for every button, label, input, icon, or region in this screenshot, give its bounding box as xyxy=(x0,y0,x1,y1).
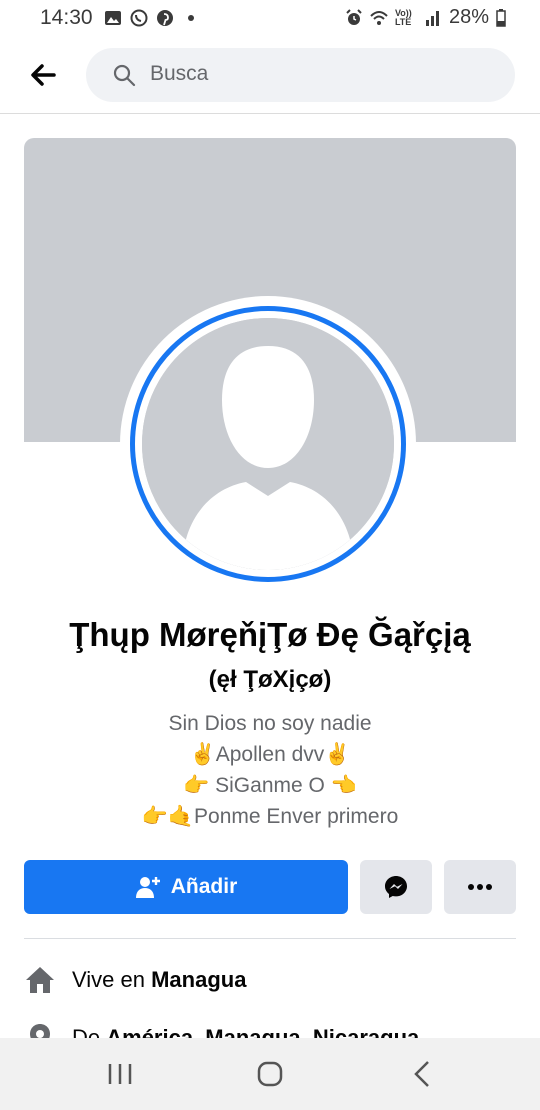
bio-line: Sin Dios no soy nadie xyxy=(168,712,372,735)
profile-picture[interactable] xyxy=(120,296,416,592)
profile-bio: Sin Dios no soy nadie ✌️Apollen dvv✌️ 👉 … xyxy=(0,708,540,832)
info-row-lives-in: Vive en Managua xyxy=(24,964,246,996)
bio-line: ✌️Apollen dvv✌️ xyxy=(189,743,351,766)
search-placeholder: Busca xyxy=(150,62,209,85)
arrow-left-icon xyxy=(31,64,56,86)
lives-in-place[interactable]: Managua xyxy=(151,967,246,993)
search-icon xyxy=(113,64,136,87)
profile-nickname: (ęł ŢøXįçø) xyxy=(208,666,332,693)
wifi-icon xyxy=(370,10,388,25)
messenger-button[interactable] xyxy=(360,860,432,914)
chevron-left-icon xyxy=(414,1061,429,1087)
status-time: 14:30 xyxy=(40,6,93,29)
status-bar: 14:30 Vo)) LTE 28% xyxy=(0,0,540,38)
battery-level: 28% xyxy=(448,6,489,28)
back-button[interactable] xyxy=(26,58,60,92)
bio-line: 👉 SiGanme O 👈 xyxy=(183,774,357,797)
add-friend-button[interactable]: Añadir xyxy=(24,860,348,914)
more-dots-icon xyxy=(468,884,492,890)
status-system-icons: Vo)) LTE 28% xyxy=(345,6,506,29)
system-navigation-bar xyxy=(0,1038,540,1110)
add-friend-icon xyxy=(135,877,160,898)
lives-in-prefix: Vive en xyxy=(72,967,152,992)
home-icon xyxy=(26,967,54,993)
whatsapp-icon xyxy=(130,9,148,27)
top-bar: Busca xyxy=(0,38,540,114)
gallery-icon xyxy=(105,11,121,25)
pinterest-icon xyxy=(157,10,173,26)
status-notification-icons xyxy=(104,9,200,27)
signal-icon xyxy=(425,10,439,26)
volte-icon: Vo)) LTE xyxy=(394,7,412,27)
section-divider xyxy=(24,938,516,939)
messenger-icon xyxy=(385,876,407,898)
search-input[interactable]: Busca xyxy=(86,48,515,102)
bio-line: 👉🤙Ponme Enver primero xyxy=(141,805,399,828)
default-avatar-silhouette-icon xyxy=(142,318,394,570)
more-options-button[interactable] xyxy=(444,860,516,914)
dot-icon xyxy=(188,15,194,21)
system-back-button[interactable] xyxy=(402,1056,442,1092)
profile-name: Ţhųp MøręňįŢø Đę Ğąřçįą xyxy=(69,616,471,653)
recent-apps-icon xyxy=(108,1064,132,1084)
home-circle-icon xyxy=(257,1061,283,1087)
avatar xyxy=(142,318,394,570)
add-friend-label: Añadir xyxy=(170,875,238,898)
recent-apps-button[interactable] xyxy=(100,1056,140,1092)
battery-icon xyxy=(496,8,506,27)
home-button[interactable] xyxy=(250,1056,290,1092)
alarm-icon xyxy=(346,8,362,25)
